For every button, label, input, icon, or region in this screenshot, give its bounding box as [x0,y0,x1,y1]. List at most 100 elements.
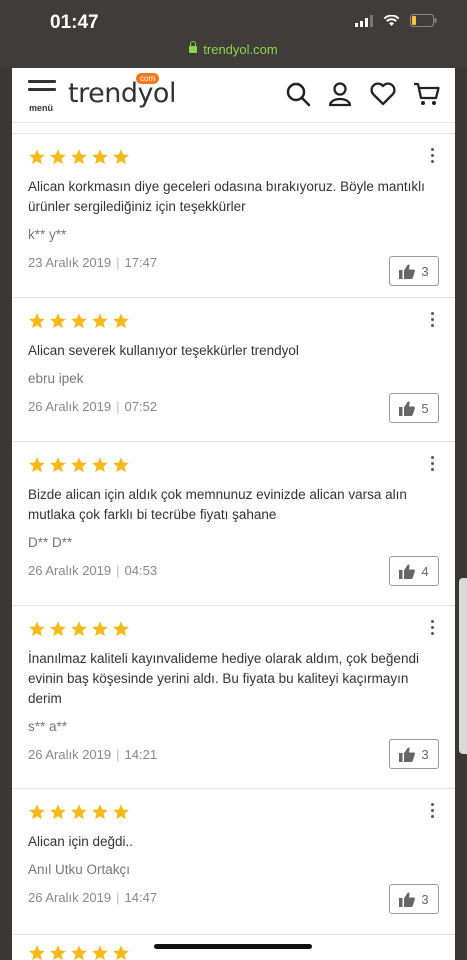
kebab-icon[interactable] [431,620,437,638]
review-item: Bizde alican için aldık çok memnunuz evi… [12,442,455,606]
review-text: İnanılmaz kaliteli kayınvalideme hediye … [28,651,419,706]
star-icon [50,457,66,473]
battery-icon [410,14,437,27]
review-time: 14:47 [124,890,158,905]
hamburger-icon [28,80,56,83]
review-date: 26 Aralık 2019 | 04:53 [28,563,439,578]
review-author: D** D** [28,535,73,550]
star-icon [92,621,108,637]
heart-icon[interactable] [369,81,397,107]
like-button[interactable]: 3 [389,884,439,914]
menu-label: menü [29,103,54,113]
user-icon[interactable] [327,81,353,107]
review-item: Alican severek kullanıyor teşekkürler tr… [12,298,455,442]
star-icon [29,945,45,960]
star-icon [92,149,108,165]
review-time: 04:53 [124,563,158,578]
separator: | [116,747,120,762]
review-text: Alican için değdi.. [28,834,134,849]
star-icon [29,313,45,329]
star-icon [113,804,129,820]
thumbs-up-icon [399,892,416,907]
kebab-icon[interactable] [431,456,437,474]
star-icon [50,945,66,960]
clock: 01:47 [50,12,99,33]
star-icon [29,457,45,473]
star-icon [92,945,108,960]
hamburger-icon-bar [28,88,56,91]
star-icon [113,945,129,960]
review-list: Alican korkmasın diye geceleri odasına b… [12,134,455,935]
cart-icon[interactable] [413,81,441,107]
review-item: İnanılmaz kaliteli kayınvalideme hediye … [12,606,455,789]
wifi-icon [383,14,400,26]
search-icon[interactable] [285,81,311,107]
like-count: 4 [421,563,429,579]
review-date: 26 Aralık 2019 | 07:52 [28,399,439,414]
review-author: s** a** [28,719,68,734]
scroll-handle[interactable] [459,578,467,754]
like-count: 3 [421,891,429,907]
kebab-icon[interactable] [431,312,437,330]
like-button[interactable]: 5 [389,393,439,423]
review-author: Anıl Utku Ortakçı [28,862,131,877]
review-date-text: 26 Aralık 2019 [28,399,112,414]
logo-badge: com [136,73,160,84]
star-icon [92,457,108,473]
review-author: ebru ipek [28,371,84,386]
system-icons [355,14,437,27]
url-text: trendyol.com [203,42,278,57]
star-icon [113,149,129,165]
review-time: 17:47 [124,255,158,270]
like-button[interactable]: 4 [389,556,439,586]
review-date-text: 26 Aralık 2019 [28,563,112,578]
review-time: 07:52 [124,399,158,414]
separator: | [116,399,120,414]
star-icon [71,457,87,473]
star-icon [92,804,108,820]
star-icon [29,804,45,820]
like-button[interactable]: 3 [389,739,439,769]
like-count: 3 [421,263,429,279]
star-icon [50,149,66,165]
review-time: 14:21 [124,747,158,762]
like-button[interactable]: 3 [389,256,439,286]
rating-stars [28,803,439,821]
kebab-icon[interactable] [431,148,437,166]
star-icon [71,313,87,329]
thumbs-up-icon [399,401,416,416]
thumbs-up-icon [399,564,416,579]
trendyol-logo[interactable]: trendyol [68,78,176,109]
star-icon [71,621,87,637]
rating-stars [28,312,439,330]
star-icon [29,621,45,637]
header-actions [285,81,441,107]
lock-icon [189,41,198,53]
star-icon [50,804,66,820]
separator: | [116,255,120,270]
address-bar[interactable]: trendyol.com [0,41,467,57]
signal-icon [355,14,373,27]
star-icon [50,313,66,329]
star-icon [71,149,87,165]
star-icon [113,621,129,637]
review-item: Alican korkmasın diye geceleri odasına b… [12,134,455,298]
review-date-text: 26 Aralık 2019 [28,890,112,905]
rating-stars [28,456,439,474]
review-date-text: 23 Aralık 2019 [28,255,112,270]
home-indicator[interactable] [154,944,312,949]
review-item: Alican için değdi.. Anıl Utku Ortakçı 26 A… [12,789,455,935]
menu-button[interactable]: menü [28,80,60,118]
star-icon [92,313,108,329]
thumbs-up-icon [399,747,416,762]
review-text: Alican korkmasın diye geceleri odasına b… [28,179,425,214]
next-review-stars [28,944,130,960]
status-bar: 01:47 trendyol.com [0,0,467,68]
site-header: menü trendyol com [12,68,455,123]
star-icon [71,945,87,960]
kebab-icon[interactable] [431,803,437,821]
header-spacer [12,123,455,134]
star-icon [113,457,129,473]
review-text: Alican severek kullanıyor teşekkürler tr… [28,343,299,358]
review-date: 23 Aralık 2019 | 17:47 [28,255,439,270]
